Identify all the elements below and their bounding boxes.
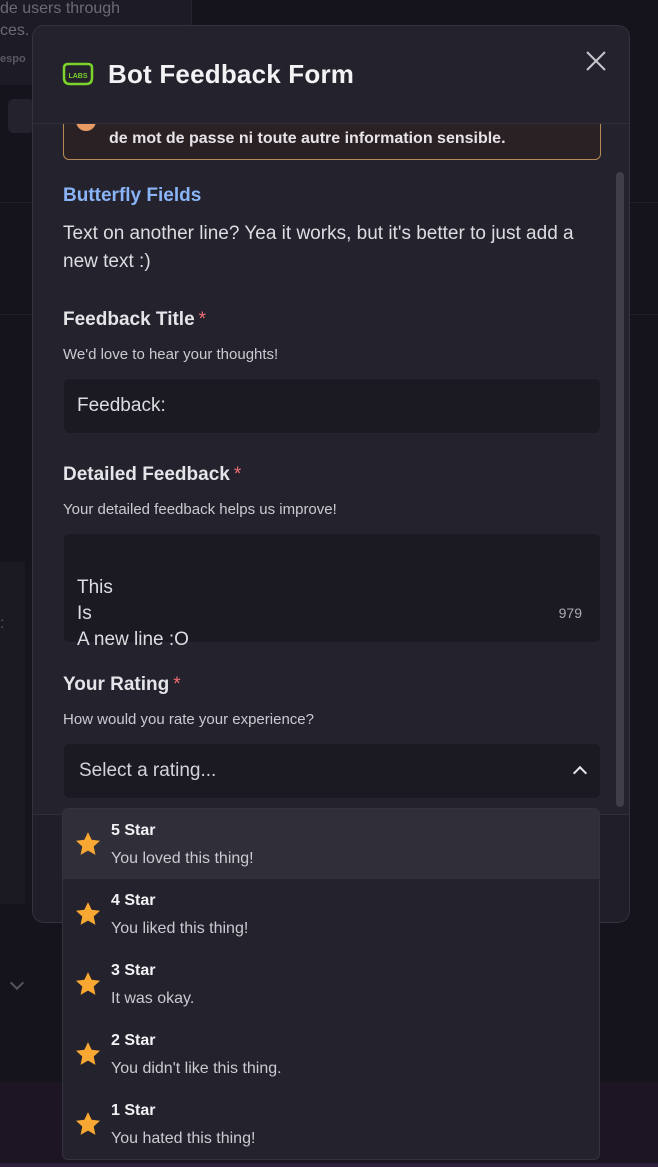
- star-icon: [75, 972, 101, 995]
- chevron-up-icon: [572, 765, 588, 781]
- required-asterisk: *: [198, 309, 207, 330]
- modal-title: Bot Feedback Form: [108, 59, 355, 89]
- rating-option-2-star[interactable]: 2 Star You didn't like this thing.: [63, 1019, 599, 1089]
- option-description: It was okay.: [111, 990, 195, 1007]
- option-title: 2 Star: [111, 1032, 156, 1049]
- warning-text: de mot de passe ni toute autre informati…: [109, 130, 506, 147]
- feedback-modal: de mot de passe ni toute autre informati…: [32, 25, 630, 923]
- option-title: 1 Star: [111, 1102, 156, 1119]
- modal-header: LABS Bot Feedback Form: [33, 26, 629, 124]
- background-chevron-down-icon: [9, 975, 25, 991]
- rating-label: Your Rating *: [63, 674, 181, 695]
- modal-body[interactable]: de mot de passe ni toute autre informati…: [33, 124, 629, 814]
- option-description: You loved this thing!: [111, 850, 254, 867]
- star-icon: [75, 832, 101, 855]
- rating-select-placeholder: Select a rating...: [79, 760, 217, 781]
- bot-labs-icon: LABS: [62, 62, 94, 86]
- star-icon: [75, 902, 101, 925]
- option-description: You liked this thing!: [111, 920, 249, 937]
- background-card-caption: espo: [0, 53, 26, 65]
- character-counter: 979: [558, 605, 582, 621]
- required-asterisk: *: [233, 464, 242, 485]
- rating-option-5-star[interactable]: 5 Star You loved this thing!: [63, 809, 599, 879]
- option-title: 4 Star: [111, 892, 156, 909]
- rating-option-3-star[interactable]: 3 Star It was okay.: [63, 949, 599, 1019]
- option-title: 5 Star: [111, 822, 156, 839]
- section-text: Text on another line? Yea it works, but …: [63, 223, 574, 272]
- rating-dropdown-menu: 5 Star You loved this thing! 4 Star You …: [62, 808, 600, 1160]
- star-icon: [75, 1042, 101, 1065]
- svg-text:LABS: LABS: [68, 73, 87, 80]
- background-footer-border: [0, 1163, 658, 1167]
- rating-option-1-star[interactable]: 1 Star You hated this thing!: [63, 1089, 599, 1159]
- option-description: You hated this thing!: [111, 1130, 256, 1147]
- rating-option-4-star[interactable]: 4 Star You liked this thing!: [63, 879, 599, 949]
- feedback-title-description: We'd love to hear your thoughts!: [63, 346, 279, 363]
- feedback-title-input[interactable]: Feedback:: [63, 378, 601, 434]
- warning-icon: [76, 124, 96, 131]
- detailed-feedback-description: Your detailed feedback helps us improve!: [63, 501, 337, 518]
- scrollbar-thumb[interactable]: [616, 172, 624, 807]
- background-panel: [0, 562, 25, 904]
- background-colon: :: [0, 615, 5, 632]
- feedback-title-label: Feedback Title *: [63, 309, 207, 330]
- rating-select[interactable]: Select a rating...: [63, 743, 601, 799]
- rating-description: How would you rate your experience?: [63, 711, 314, 728]
- detailed-feedback-textarea[interactable]: This Is A new line :O 979: [63, 533, 601, 650]
- background-button: [8, 99, 34, 133]
- required-asterisk: *: [173, 674, 181, 695]
- detailed-feedback-label: Detailed Feedback *: [63, 464, 242, 485]
- detailed-feedback-value: This Is A new line :O: [77, 577, 189, 650]
- section-heading: Butterfly Fields: [63, 185, 202, 206]
- close-icon[interactable]: [581, 46, 611, 76]
- star-icon: [75, 1112, 101, 1135]
- warning-banner: de mot de passe ni toute autre informati…: [63, 124, 601, 160]
- option-title: 3 Star: [111, 962, 156, 979]
- option-description: You didn't like this thing.: [111, 1060, 282, 1077]
